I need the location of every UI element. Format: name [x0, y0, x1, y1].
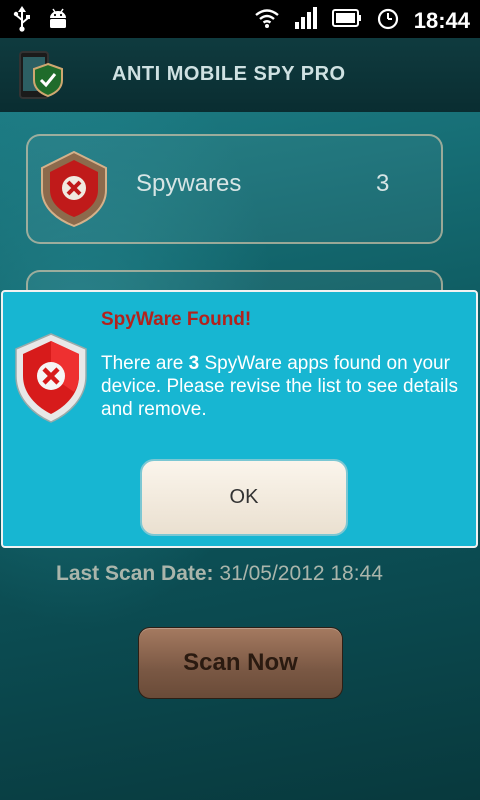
- spywares-card[interactable]: Spywares 3: [26, 134, 443, 244]
- alarm-clock-icon: [376, 6, 400, 35]
- last-scan-date: Last Scan Date: 31/05/2012 18:44: [56, 562, 383, 586]
- wifi-icon: [254, 7, 280, 34]
- red-shield-x-icon: [38, 150, 110, 228]
- battery-icon: [331, 8, 362, 33]
- dialog-message: There are 3 SpyWare apps found on your d…: [101, 352, 471, 421]
- spyware-found-dialog: SpyWare Found! There are 3 SpyWare apps …: [1, 290, 478, 548]
- app-header: ANTI MOBILE SPY PRO: [0, 38, 480, 113]
- dialog-message-prefix: There are: [101, 353, 189, 374]
- signal-icon: [294, 6, 318, 35]
- dialog-title: SpyWare Found!: [101, 309, 252, 330]
- status-clock: 18:44: [413, 7, 470, 33]
- status-bar: 18:44: [0, 0, 480, 38]
- last-scan-label: Last Scan Date:: [56, 562, 214, 585]
- last-scan-value: 31/05/2012 18:44: [219, 562, 383, 585]
- usb-icon: [12, 6, 32, 37]
- ok-button[interactable]: OK: [140, 459, 348, 536]
- card-label: Spywares: [136, 170, 242, 197]
- red-shield-x-icon: [13, 332, 89, 424]
- dialog-spyware-count: 3: [188, 353, 200, 374]
- android-debug-icon: [46, 7, 70, 36]
- scan-now-button[interactable]: Scan Now: [138, 627, 343, 699]
- phone-shield-check-icon: [16, 50, 68, 102]
- app-title: ANTI MOBILE SPY PRO: [112, 63, 346, 85]
- card-count: 3: [376, 170, 390, 197]
